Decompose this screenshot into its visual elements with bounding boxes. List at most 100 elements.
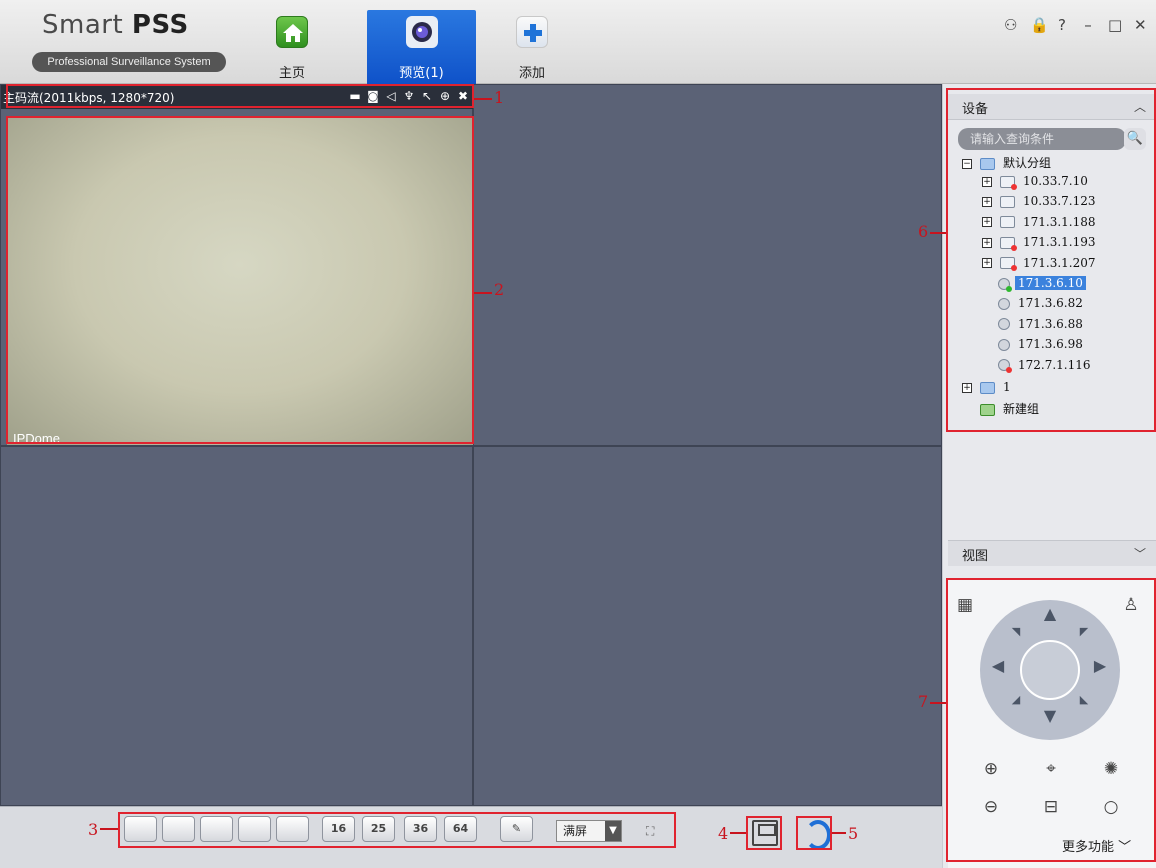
device-tree-item[interactable]: 171.3.6.82 <box>998 296 1086 314</box>
iris-open-icon[interactable]: ✺ <box>1100 758 1122 780</box>
chevron-down-icon: ▼ <box>605 821 621 841</box>
device-panel-title: 设备 <box>962 102 989 117</box>
video-window-1[interactable]: 主码流(2011kbps, 1280*720) ▬ ◙ ◁ ♆ ↖ ⊕ ✖ IP… <box>0 84 474 446</box>
layout-9-button[interactable] <box>276 816 309 842</box>
layout-8-button[interactable] <box>238 816 271 842</box>
layout-16-button[interactable]: 16 <box>322 816 355 842</box>
layout-25-button[interactable]: 25 <box>362 816 395 842</box>
focus-far-icon[interactable]: ⊟ <box>1040 796 1062 818</box>
refresh-icon[interactable] <box>801 818 831 850</box>
device-tree-item[interactable]: 171.3.6.88 <box>998 317 1086 335</box>
tab-preview[interactable]: 预览(1) <box>367 10 476 84</box>
device-tree-item[interactable]: 172.7.1.116 <box>998 358 1094 376</box>
view-panel-header[interactable]: 视图 ﹀ <box>948 540 1156 566</box>
more-functions-button[interactable]: 更多功能 ﹀ <box>1062 836 1131 855</box>
tab-home[interactable]: 主页 <box>262 10 322 84</box>
close-video-icon[interactable]: ✖ <box>456 88 470 104</box>
device-tree-item[interactable]: +10.33.7.10 <box>982 174 1091 192</box>
zoom-icon[interactable]: ⊕ <box>438 88 452 104</box>
app-logo: Smart PSS Professional Surveillance Syst… <box>30 10 230 72</box>
save-view-icon[interactable] <box>752 820 778 846</box>
focus-near-icon[interactable]: ⌖ <box>1040 758 1062 780</box>
device-tree-item[interactable]: +171.3.1.193 <box>982 235 1099 253</box>
ptz-up-left-arrow[interactable]: ◥ <box>1008 624 1024 640</box>
tree-group-1[interactable]: +1 <box>962 380 1014 398</box>
collapse-icon[interactable]: − <box>962 158 972 169</box>
snapshot-icon[interactable]: ◙ <box>366 88 380 104</box>
expand-icon[interactable]: + <box>982 217 992 228</box>
mute-icon[interactable]: ◁ <box>384 88 398 104</box>
fullscreen-icon[interactable]: ⛶ <box>646 824 660 838</box>
video-window-2[interactable] <box>473 84 942 446</box>
microphone-icon[interactable]: ♆ <box>402 88 416 104</box>
device-tree-item[interactable]: +171.3.1.188 <box>982 215 1099 233</box>
recorder-icon <box>1000 236 1017 251</box>
annotation-number-2: 2 <box>494 280 505 299</box>
close-button[interactable]: ✕ <box>1134 16 1147 34</box>
device-tree-item[interactable]: 171.3.6.10 <box>998 276 1086 294</box>
ptz-left-arrow[interactable]: ◀ <box>990 658 1006 674</box>
ptz-down-arrow[interactable]: ▼ <box>1042 708 1058 724</box>
annotation-number-3: 3 <box>88 820 99 839</box>
zoom-in-icon[interactable]: ⊕ <box>980 758 1002 780</box>
camera-icon <box>998 338 1010 351</box>
tab-add[interactable]: 添加 <box>503 10 561 84</box>
lock-icon[interactable]: 🔒 <box>1030 16 1049 34</box>
video-feed[interactable] <box>7 117 473 445</box>
expand-icon[interactable]: + <box>962 382 972 393</box>
record-icon[interactable]: ▬ <box>348 88 362 104</box>
camera-lens-icon <box>405 16 438 48</box>
device-tree-item[interactable]: +171.3.1.207 <box>982 256 1099 274</box>
logo-subtitle: Professional Surveillance System <box>32 52 226 72</box>
chevron-down-icon[interactable]: ﹀ <box>1134 545 1146 562</box>
ptz-joystick-icon[interactable]: ♙ <box>1120 594 1142 616</box>
device-name: 171.3.1.188 <box>1023 214 1096 229</box>
layout-1-button[interactable] <box>124 816 157 842</box>
ptz-down-left-arrow[interactable]: ◢ <box>1008 692 1024 708</box>
help-button[interactable]: ? <box>1056 16 1068 34</box>
home-icon <box>276 16 308 48</box>
user-icon[interactable]: ⚇ <box>1004 16 1017 34</box>
more-functions-label: 更多功能 <box>1062 840 1115 855</box>
iris-close-icon[interactable]: ○ <box>1100 796 1122 818</box>
device-name: 172.7.1.116 <box>1018 357 1091 372</box>
layout-64-button[interactable]: 64 <box>444 816 477 842</box>
expand-icon[interactable]: + <box>982 258 992 269</box>
ptz-down-right-arrow[interactable]: ◣ <box>1076 692 1092 708</box>
minimize-button[interactable]: – <box>1082 16 1094 34</box>
video-window-3[interactable] <box>0 446 473 806</box>
expand-icon[interactable]: + <box>982 196 992 207</box>
search-icon[interactable]: 🔍 <box>1124 128 1146 150</box>
ptz-up-arrow[interactable]: ▲ <box>1042 606 1058 622</box>
ptz-center-zoom-icon[interactable] <box>1020 640 1080 700</box>
ptz-right-arrow[interactable]: ▶ <box>1092 658 1108 674</box>
expand-icon[interactable]: + <box>982 237 992 248</box>
display-mode-select[interactable]: 满屏 ▼ <box>556 820 622 842</box>
device-search-input[interactable] <box>958 128 1126 150</box>
cursor-icon[interactable]: ↖ <box>420 88 434 104</box>
recorder-icon <box>1000 175 1017 190</box>
ptz-grid-icon[interactable]: ▦ <box>954 594 976 616</box>
annotation-number-6: 6 <box>918 222 929 241</box>
device-tree-item[interactable]: 171.3.6.98 <box>998 337 1086 355</box>
device-name: 10.33.7.123 <box>1023 194 1096 209</box>
device-tree-item[interactable]: +10.33.7.123 <box>982 194 1099 212</box>
expand-icon[interactable]: + <box>982 176 992 187</box>
new-group-item[interactable]: 新建组 <box>980 400 1042 418</box>
tree-group-default[interactable]: − 默认分组 <box>962 154 1054 172</box>
layout-4-button[interactable] <box>162 816 195 842</box>
device-panel-header[interactable]: 设备 ︿ <box>948 94 1156 120</box>
layout-36-button[interactable]: 36 <box>404 816 437 842</box>
maximize-button[interactable]: □ <box>1108 16 1122 34</box>
device-name: 171.3.6.98 <box>1018 337 1083 352</box>
ptz-up-right-arrow[interactable]: ◤ <box>1076 624 1092 640</box>
annotation-number-4: 4 <box>718 824 729 843</box>
chevron-up-icon[interactable]: ︿ <box>1134 98 1146 115</box>
recorder-icon <box>1000 195 1015 208</box>
custom-layout-button[interactable]: ✎ <box>500 816 533 842</box>
group-name: 1 <box>1003 380 1011 394</box>
video-window-4[interactable] <box>473 446 942 806</box>
plus-icon <box>516 16 548 48</box>
zoom-out-icon[interactable]: ⊖ <box>980 796 1002 818</box>
layout-6-button[interactable] <box>200 816 233 842</box>
